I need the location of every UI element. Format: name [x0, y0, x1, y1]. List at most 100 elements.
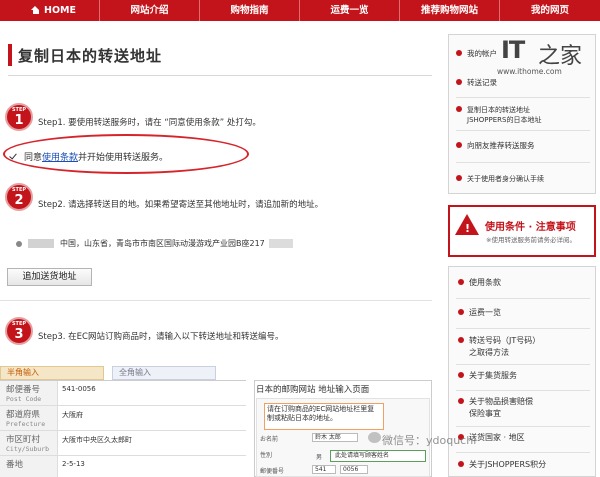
sidebar-divider	[456, 130, 590, 131]
sidebar-divider	[456, 364, 590, 365]
sidebar-item-identity[interactable]: 关于使用者身分确认手续	[456, 174, 544, 184]
prefecture-value[interactable]: 大阪府	[58, 406, 83, 430]
sidebar-item-label: 转送号码（JT号码）	[469, 336, 541, 345]
sidebar-item-label: 复制日本的转送地址	[467, 106, 530, 114]
sidebar-divider	[456, 162, 590, 163]
warning-title: 使用条件 · 注意事项	[485, 222, 576, 233]
step-1-text: Step1. 要使用转送服务时，请在 “同意使用条款” 处打勾。	[38, 118, 261, 128]
example-name-field: 鈴木 太郎	[312, 433, 358, 442]
nav-item-shipping[interactable]: 运费一览	[300, 0, 400, 21]
sidebar-divider	[456, 452, 590, 453]
nav-home[interactable]: HOME	[0, 0, 100, 21]
sidebar-divider	[456, 328, 590, 329]
warning-exclamation: !	[465, 222, 471, 235]
row-label: 番地	[0, 456, 58, 477]
step-2-text: Step2. 请选择转送目的地。如果希望寄送至其他地址时，请追加新的地址。	[38, 200, 324, 210]
wechat-icon	[368, 432, 381, 443]
example-green-note: 此处请填写顾客姓名	[330, 450, 426, 462]
sidebar-item-label: 运费一览	[469, 308, 501, 317]
row-label-jp: 都道府県	[6, 410, 41, 420]
redacted-tail	[268, 239, 293, 248]
agree-suffix: 并开始使用转送服务。	[78, 153, 169, 163]
nav-item-intro[interactable]: 网站介绍	[100, 0, 200, 21]
sidebar-item-jt-number[interactable]: 转送号码（JT号码） 之取得方法	[458, 335, 540, 359]
home-icon	[31, 6, 40, 14]
title-accent	[8, 44, 12, 66]
sidebar-item-label: 送货国家 · 地区	[469, 433, 525, 442]
bullet-icon	[456, 175, 462, 181]
title-divider	[8, 75, 432, 76]
row-label: 邮便番号 Post Code	[0, 381, 58, 405]
street-value[interactable]: 2-5-13	[58, 456, 85, 477]
bullet-icon	[458, 398, 464, 404]
bullet-icon	[458, 461, 464, 467]
sidebar-item-sublabel: 之取得方法	[469, 348, 509, 357]
address-table: 邮便番号 Post Code 541-0056 都道府県 Prefecture 大阪…	[0, 380, 246, 477]
nav-item-mypage[interactable]: 我的网页	[500, 0, 600, 21]
example-gender-label: 性別	[260, 452, 273, 459]
tab-full-width[interactable]: 全角输入	[112, 366, 216, 380]
step-2-badge-number: 2	[14, 193, 24, 208]
sidebar-item-points[interactable]: 关于JSHOPPERS积分	[458, 460, 546, 470]
sidebar-item-copy-address[interactable]: 复制日本的转送地址 JSHOPPERS的日本地址	[456, 105, 541, 125]
row-label-en: Post Code	[6, 395, 42, 403]
row-label-jp: 邮便番号	[6, 385, 41, 395]
table-row: 市区町村 City/Suburb 大阪市中央区久太郎町	[0, 431, 246, 456]
step-3-text: Step3. 在EC网站订购商品时，请输入以下转送地址和转送编号。	[38, 332, 284, 342]
sidebar-item-sublabel: JSHOPPERS的日本地址	[467, 116, 542, 124]
row-label-en: Prefecture	[6, 420, 46, 428]
agree-prefix: 同意	[24, 153, 43, 163]
row-label-en: City/Suburb	[6, 445, 50, 453]
agree-terms-checkbox-row[interactable]: 同意使用条款并开始使用转送服务。	[10, 150, 168, 163]
sidebar-item-history[interactable]: 转送记录	[456, 78, 497, 88]
sidebar-divider	[456, 298, 590, 299]
sidebar-item-label: 关于集货服务	[469, 371, 517, 380]
sidebar-item-damage[interactable]: 关于物品损害赔偿 保险事宜	[458, 396, 533, 420]
example-zip-label: 郵便番号	[260, 468, 285, 475]
bullet-icon	[458, 279, 464, 285]
bullet-icon	[456, 50, 462, 56]
site-logo: IT	[501, 36, 525, 64]
sidebar-item-label: 关于使用者身分确认手续	[467, 175, 544, 183]
add-address-button[interactable]: 追加送货地址	[7, 268, 92, 286]
sidebar-item-label: 使用条款	[469, 278, 501, 287]
step-1-badge-number: 1	[14, 113, 24, 128]
example-callout: 请在订购商品的EC网站地址栏里复制或粘贴日本的地址。	[264, 403, 384, 430]
bullet-icon	[458, 337, 464, 343]
sidebar-divider	[456, 97, 590, 98]
nav-item-recommended[interactable]: 推荐购物网站	[400, 0, 500, 21]
top-nav: HOME 网站介绍 购物指南 运费一览 推荐购物网站 我的网页	[0, 0, 600, 21]
nav-item-guide[interactable]: 购物指南	[200, 0, 300, 21]
address-option[interactable]: 中国，山东省，青岛市市南区国际动漫游戏产业园B座217	[16, 238, 293, 249]
sidebar-item-terms[interactable]: 使用条款	[458, 278, 501, 288]
step-2-badge: STEP 2	[5, 183, 33, 211]
table-row: 番地 2-5-13	[0, 456, 246, 477]
sidebar-item-label: 关于JSHOPPERS积分	[469, 460, 547, 469]
page-title: 复制日本的转送地址	[18, 47, 163, 65]
terms-link[interactable]: 使用条款	[42, 153, 78, 163]
sidebar-item-recommend[interactable]: 向朋友推荐转送服务	[456, 141, 535, 151]
checkmark-icon[interactable]	[10, 153, 18, 161]
tab-half-width[interactable]: 半角输入	[0, 366, 104, 380]
step-3-badge-number: 3	[14, 327, 24, 342]
bullet-icon	[456, 106, 462, 112]
sidebar-item-consolidation[interactable]: 关于集货服务	[458, 371, 517, 381]
bullet-icon	[456, 79, 462, 85]
sidebar-item-sublabel: 保险事宜	[469, 409, 501, 418]
city-value[interactable]: 大阪市中央区久太郎町	[58, 431, 132, 455]
sidebar-divider	[456, 426, 590, 427]
bullet-icon	[458, 372, 464, 378]
example-name-label: お名前	[260, 436, 279, 443]
section-divider	[0, 300, 432, 301]
example-title: 日本的邮购网站 地址输入页面	[256, 385, 370, 395]
nav-home-label: HOME	[44, 5, 76, 16]
address-radio[interactable]	[16, 240, 22, 247]
sidebar-item-account[interactable]: 我的帐户	[456, 49, 497, 59]
sidebar-item-label: 我的帐户	[467, 49, 497, 58]
table-row: 邮便番号 Post Code 541-0056	[0, 381, 246, 406]
postcode-value[interactable]: 541-0056	[58, 381, 96, 405]
redacted-name	[28, 239, 54, 248]
site-url: www.ithome.com	[497, 67, 562, 76]
watermark: 微信号：ydoquchi	[382, 434, 477, 447]
sidebar-item-rates[interactable]: 运费一览	[458, 308, 501, 318]
